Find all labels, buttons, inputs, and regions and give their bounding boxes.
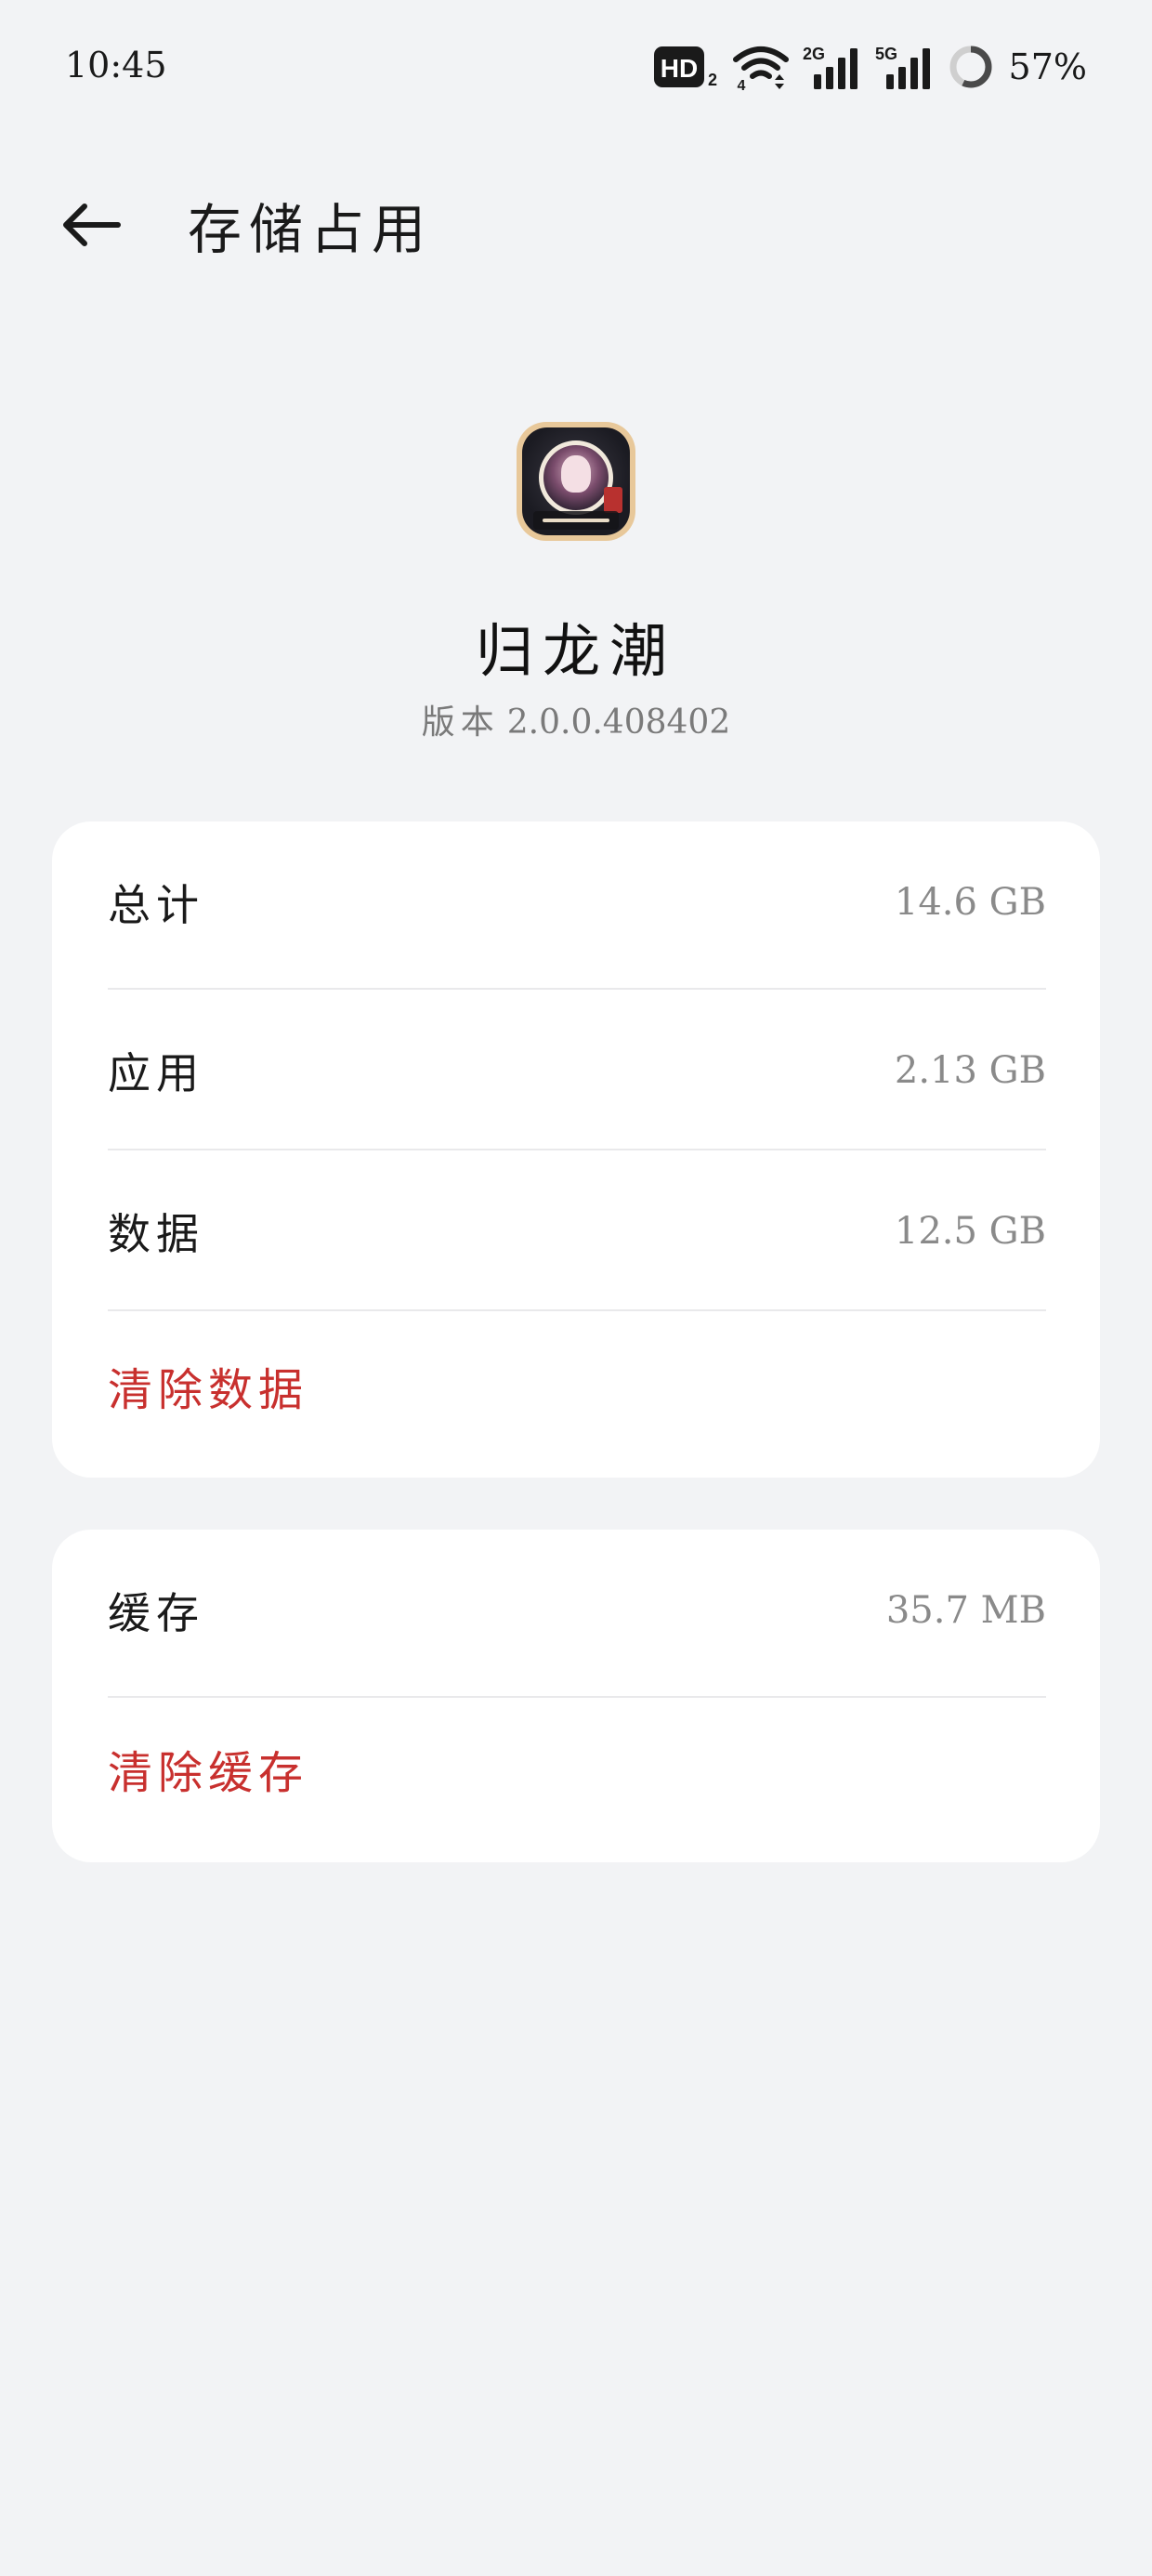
row-label: 数据 [108,1208,204,1259]
cache-row: 缓存 35.7 MB [108,1530,1046,1690]
row-label: 总计 [108,879,204,930]
back-button[interactable] [56,190,126,260]
version-number: 2.0.0.408402 [506,703,731,742]
storage-row-data: 数据 12.5 GB [108,1150,1046,1311]
divider [108,1696,1046,1698]
svg-text:2: 2 [708,71,717,89]
version-label: 版本 [421,703,500,742]
row-value: 35.7 MB [885,1588,1046,1632]
hd-icon: HD 2 [653,46,717,89]
divider [108,1309,1046,1311]
svg-text:HD: HD [660,54,697,83]
wifi-icon: 4 [732,46,789,91]
row-label: 缓存 [108,1587,204,1638]
storage-row-total: 总计 14.6 GB [108,821,1046,982]
page-title: 存储占用 [188,198,434,261]
status-bar: 10:45 HD 2 4 2G 5G 57% [0,0,1152,130]
clear-data-button[interactable]: 清除数据 [108,1353,308,1418]
app-name: 归龙潮 [475,617,676,685]
app-version: 版本 2.0.0.408402 [0,695,1152,743]
row-label: 应用 [108,1047,204,1098]
app-icon [517,422,635,541]
signal-bars-icon: 2G [803,45,857,89]
storage-card: 总计 14.6 GB 应用 2.13 GB 数据 12.5 GB 清除数据 [52,821,1100,1478]
battery-ring-icon [949,46,992,88]
signal-bars-icon: 5G [875,45,930,89]
battery-percent: 57% [1008,46,1087,87]
row-value: 12.5 GB [894,1209,1046,1253]
clear-cache-button[interactable]: 清除缓存 [108,1736,308,1801]
svg-text:5G: 5G [875,45,897,63]
header: 存储占用 [0,167,1152,279]
storage-usage-screen: 10:45 HD 2 4 2G 5G 57% 存储占用 归龙潮 版本 2.0.0… [0,0,1152,2576]
row-value: 2.13 GB [894,1048,1046,1092]
status-time: 10:45 [65,45,167,85]
cache-card: 缓存 35.7 MB 清除缓存 [52,1530,1100,1862]
arrow-left-icon [63,204,121,246]
storage-row-app: 应用 2.13 GB [108,990,1046,1150]
status-icons: HD 2 4 2G 5G 57% [653,39,1087,95]
row-value: 14.6 GB [894,880,1046,924]
svg-text:4: 4 [737,78,745,91]
svg-text:2G: 2G [803,45,825,63]
